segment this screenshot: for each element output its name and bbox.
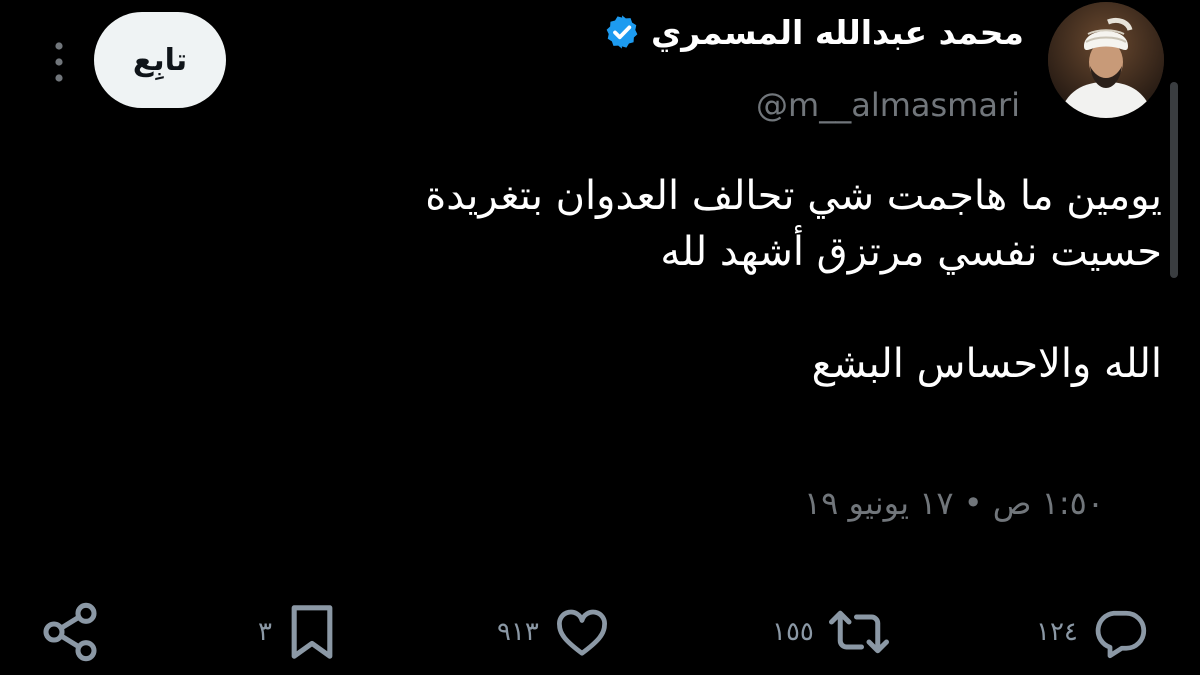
share-icon [43,602,97,662]
avatar-image [1048,2,1164,118]
more-vertical-icon[interactable] [50,40,68,84]
retweet-button[interactable]: ١٥٥ [772,596,892,668]
share-button[interactable] [38,596,102,668]
reply-count: ١٢٤ [1036,617,1078,647]
verified-badge-icon [606,15,638,49]
author-handle[interactable]: @m__almasmari [756,86,1020,124]
tweet-timestamp[interactable]: ١:٥٠ ص • ١٧ يونيو ١٩ [804,484,1104,522]
avatar[interactable] [1048,2,1164,118]
scrollbar[interactable] [1170,82,1178,278]
reply-button[interactable]: ١٢٤ [1036,596,1150,668]
tweet-card: محمد عبدالله المسمري @m__almasmari تابِع… [0,0,1200,675]
like-button[interactable]: ٩١٣ [497,596,613,668]
action-bar: ١٢٤ ١٥٥ ٩١٣ ٣ [0,596,1200,668]
tweet-text: يومين ما هاجمت شي تحالف العدوان بتغريدة … [282,168,1162,392]
heart-icon [556,609,607,656]
tweet-text-line: الله والاحساس البشع [811,341,1162,387]
reply-icon [1095,610,1147,659]
retweet-icon [828,610,889,654]
tweet-text-line: حسيت نفسي مرتزق أشهد لله [660,229,1162,275]
bookmark-count: ٣ [258,617,272,647]
bookmark-button[interactable]: ٣ [258,596,340,668]
tweet-text-line: يومين ما هاجمت شي تحالف العدوان بتغريدة [425,173,1162,219]
bookmark-icon [291,605,333,659]
author-display-name[interactable]: محمد عبدالله المسمري [651,13,1024,52]
like-count: ٩١٣ [497,617,539,647]
follow-button[interactable]: تابِع [94,12,226,108]
author-name-row[interactable]: محمد عبدالله المسمري [603,10,1024,54]
retweet-count: ١٥٥ [772,617,814,647]
